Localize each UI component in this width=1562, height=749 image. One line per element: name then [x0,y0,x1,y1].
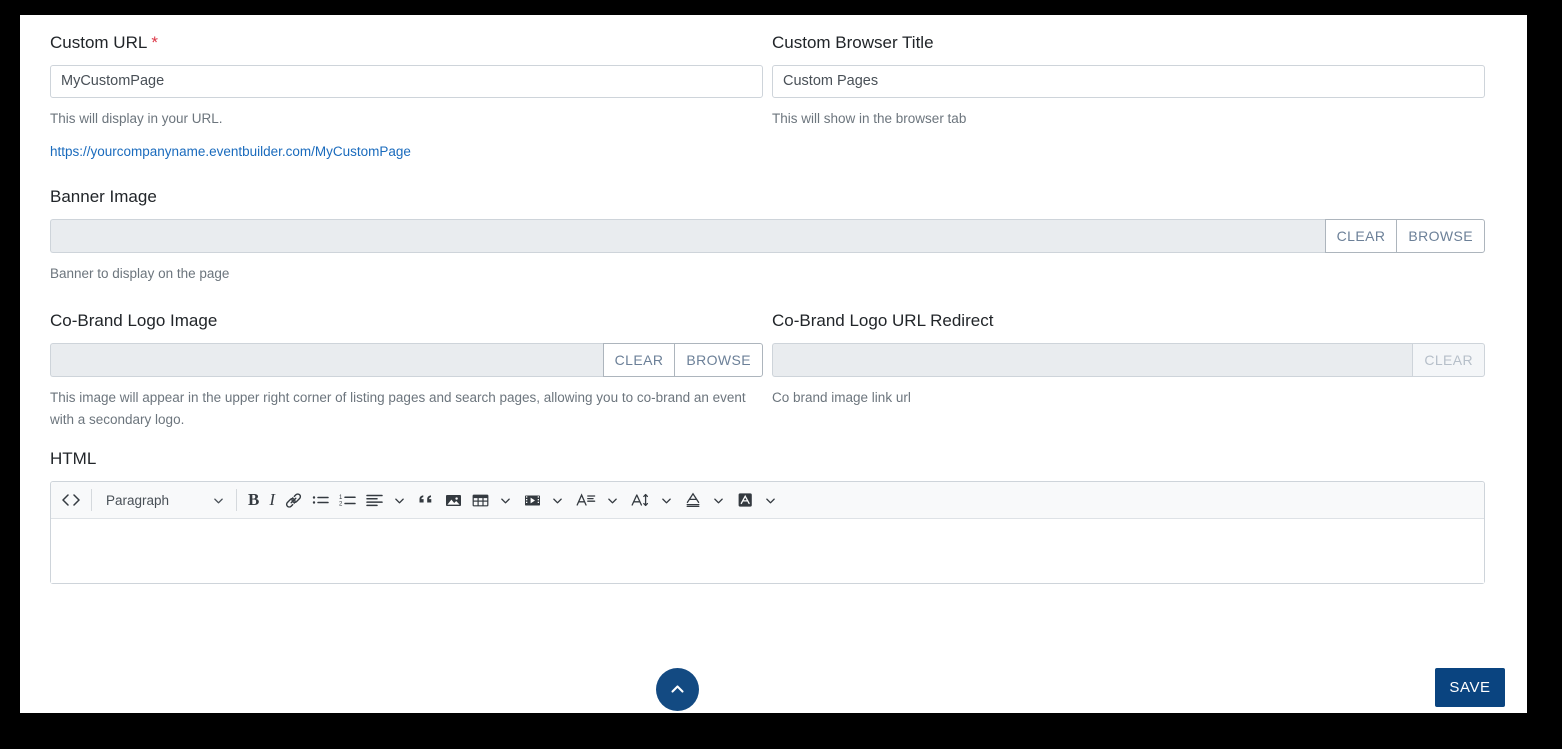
text-color-dropdown-chevron-icon[interactable] [708,487,729,514]
highlight-color-dropdown-chevron-icon[interactable] [760,487,781,514]
toolbar-divider [91,489,92,511]
form-row-url-title: Custom URL * MyCustomPage This will disp… [50,33,1485,161]
banner-image-clear-button[interactable]: CLEAR [1324,219,1397,253]
block-format-select[interactable]: Paragraph [98,487,230,514]
chevron-up-icon [671,685,684,693]
html-label: HTML [50,449,97,468]
field-custom-browser-title: Custom Browser Title Custom Pages This w… [772,33,1485,161]
blockquote-icon[interactable] [413,487,440,514]
field-cobrand-logo-image: Co-Brand Logo Image CLEAR BROWSE This im… [50,311,763,431]
source-code-icon[interactable] [57,487,85,514]
bullet-list-icon[interactable] [307,487,334,514]
custom-url-label-text: Custom URL [50,33,147,52]
custom-browser-title-value: Custom Pages [783,73,879,89]
scroll-to-top-button[interactable] [656,668,699,711]
banner-image-help: Banner to display on the page [50,266,230,281]
table-dropdown-chevron-icon[interactable] [495,487,516,514]
text-color-icon[interactable] [680,487,707,514]
italic-button[interactable]: I [264,487,280,514]
custom-url-preview-link[interactable]: https://yourcompanyname.eventbuilder.com… [50,143,763,161]
cobrand-url-redirect-help: Co brand image link url [772,390,911,405]
table-icon[interactable] [467,487,494,514]
required-asterisk: * [151,33,159,52]
link-icon[interactable] [280,487,307,514]
custom-url-value: MyCustomPage [61,73,165,89]
custom-browser-title-help: This will show in the browser tab [772,111,967,126]
banner-image-browse-button[interactable]: BROWSE [1396,219,1485,253]
custom-url-help: This will display in your URL. [50,111,223,126]
field-html: HTML Paragraph B I 1 2 [50,449,1497,584]
bold-button[interactable]: B [243,487,264,514]
cobrand-logo-image-help: This image will appear in the upper righ… [50,390,746,427]
custom-url-input[interactable]: MyCustomPage [50,65,763,98]
editor-toolbar: Paragraph B I 1 2 [51,482,1484,519]
font-family-dropdown-chevron-icon[interactable] [602,487,623,514]
toolbar-divider [236,489,237,511]
custom-browser-title-label: Custom Browser Title [772,33,934,52]
cobrand-logo-file-group: CLEAR BROWSE [50,343,763,377]
banner-image-file-group: CLEAR BROWSE [50,219,1485,253]
align-dropdown-chevron-icon[interactable] [389,487,410,514]
font-family-icon[interactable] [571,487,601,514]
custom-url-label: Custom URL * [50,33,763,53]
svg-text:2: 2 [339,502,343,508]
form-row-cobrand: Co-Brand Logo Image CLEAR BROWSE This im… [50,311,1485,431]
block-format-value: Paragraph [106,492,170,508]
cobrand-url-redirect-clear-button[interactable]: CLEAR [1412,343,1485,377]
field-custom-url: Custom URL * MyCustomPage This will disp… [50,33,763,161]
video-icon[interactable] [519,487,546,514]
cobrand-url-redirect-label: Co-Brand Logo URL Redirect [772,311,994,330]
highlight-color-icon[interactable] [732,487,759,514]
cobrand-logo-image-label: Co-Brand Logo Image [50,311,218,330]
svg-text:1: 1 [339,495,343,501]
save-button[interactable]: SAVE [1435,668,1505,707]
cobrand-logo-clear-button[interactable]: CLEAR [602,343,675,377]
html-editor: Paragraph B I 1 2 [50,481,1485,584]
font-size-icon[interactable] [626,487,655,514]
align-icon[interactable] [361,487,388,514]
banner-image-input[interactable] [50,219,1325,253]
font-size-dropdown-chevron-icon[interactable] [656,487,677,514]
video-dropdown-chevron-icon[interactable] [547,487,568,514]
cobrand-url-redirect-group: CLEAR [772,343,1485,377]
banner-image-label: Banner Image [50,187,157,206]
cobrand-url-redirect-input[interactable] [772,343,1413,377]
custom-browser-title-input[interactable]: Custom Pages [772,65,1485,98]
image-icon[interactable] [440,487,467,514]
cobrand-logo-image-input[interactable] [50,343,603,377]
numbered-list-icon[interactable]: 1 2 [334,487,361,514]
html-editor-content[interactable] [51,519,1484,583]
cobrand-logo-browse-button[interactable]: BROWSE [674,343,763,377]
field-cobrand-logo-url-redirect: Co-Brand Logo URL Redirect CLEAR Co bran… [772,311,1485,431]
custom-page-form: Custom URL * MyCustomPage This will disp… [20,15,1527,713]
chevron-down-icon [214,497,223,503]
field-banner-image: Banner Image CLEAR BROWSE Banner to disp… [50,187,1485,285]
